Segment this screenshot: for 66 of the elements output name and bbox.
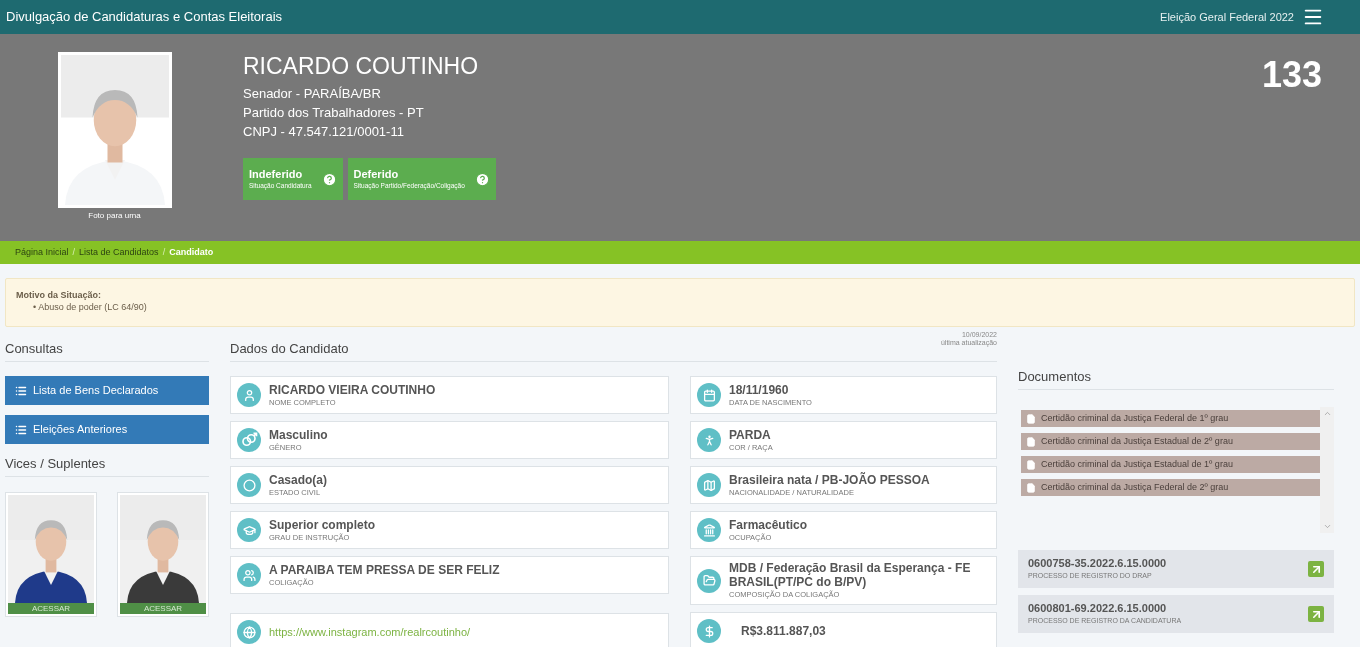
alert-title: Motivo da Situação: (16, 290, 102, 301)
section-title: Dados do Candidato (230, 340, 349, 358)
site-title: Divulgação de Candidaturas e Contas Eleitorais (6, 8, 283, 27)
map-icon (702, 478, 716, 492)
access-button[interactable]: ACESSAR (120, 603, 206, 614)
breadcrumb-separator: / (72, 245, 76, 259)
user-icon (242, 388, 256, 402)
file-icon (1026, 413, 1036, 424)
section-title: Consultas (5, 340, 64, 358)
status-value: Indeferido (249, 167, 304, 181)
field-value: PARDA (729, 427, 772, 442)
election-name: Eleição Geral Federal 2022 (1160, 9, 1294, 25)
field-value: Farmacêutico (729, 517, 808, 532)
candidate-name: RICARDO COUTINHO (243, 52, 480, 80)
candidate-detail: CNPJ - 47.547.121/0001-11 (243, 123, 405, 141)
file-icon (1026, 459, 1036, 470)
scroll-down-icon[interactable] (1322, 522, 1332, 531)
candidate-detail: Partido dos Trabalhadores - PT (243, 104, 425, 122)
breadcrumb-separator: / (162, 245, 166, 259)
substitute-card[interactable]: ACESSAR (5, 492, 97, 617)
list-icon (15, 384, 27, 397)
breadcrumb-link[interactable]: Página Inicial (15, 245, 69, 260)
photo-caption: Foto para urna (88, 210, 141, 222)
process-number: 0600758-35.2022.6.15.0000 (1028, 557, 1167, 570)
group-icon (242, 568, 256, 582)
field-value: Superior completo (269, 517, 375, 532)
external-link-icon[interactable] (1308, 561, 1324, 577)
file-icon (1026, 482, 1036, 493)
field-value: Brasileira nata / PB-JOÃO PESSOA (729, 472, 930, 487)
field-value: A PARAIBA TEM PRESSA DE SER FELIZ (269, 562, 500, 577)
document-link[interactable]: Certidão criminal da Justiça Federal de 2º grau (1021, 479, 1320, 496)
file-icon (1026, 436, 1036, 447)
folder-icon (702, 574, 716, 587)
section-title: Documentos (1018, 368, 1092, 386)
breadcrumb-link[interactable]: Lista de Candidatos (79, 245, 159, 260)
scrollbar[interactable] (1320, 407, 1334, 533)
alert-item: • Abuso de poder (LC 64/90) (32, 301, 148, 313)
document-link[interactable]: Certidão criminal da Justiça Estadual de 1º grau (1021, 456, 1320, 473)
substitute-card[interactable]: ACESSAR (117, 492, 209, 617)
help-icon[interactable] (321, 171, 337, 187)
graduation-cap-icon (242, 523, 256, 537)
status-value: Deferido (353, 167, 400, 181)
candidate-number: 133 (1261, 53, 1322, 97)
field-value: Masculino (269, 427, 328, 442)
process-number: 0600801-69.2022.6.15.0000 (1028, 602, 1168, 615)
document-link[interactable]: Certidão criminal da Justiça Federal de 1º grau (1021, 410, 1320, 427)
list-icon (15, 423, 27, 436)
social-link[interactable]: https://www.instagram.com/realrcoutinho/ (269, 623, 471, 641)
field-value: 18/11/1960 (729, 382, 790, 397)
section-title: Vices / Suplentes (5, 455, 107, 473)
query-button[interactable]: Eleições Anteriores (5, 415, 209, 444)
access-button[interactable]: ACESSAR (8, 603, 94, 614)
field-value: RICARDO VIEIRA COUTINHO (269, 382, 436, 397)
external-link-icon[interactable] (1308, 606, 1324, 622)
globe-icon (242, 625, 256, 639)
building-icon (702, 523, 716, 537)
query-button[interactable]: Lista de Bens Declarados (5, 376, 209, 405)
field-value: R$3.811.887,03 (740, 623, 826, 640)
field-value: MDB / Federação Brasil da Esperança - FE BRASIL(PT/PC do B/PV) (729, 561, 972, 589)
candidate-detail: Senador - PARAÍBA/BR (243, 85, 382, 103)
calendar-icon (702, 388, 716, 402)
ring-icon (242, 478, 256, 492)
scroll-up-icon[interactable] (1322, 409, 1332, 418)
document-link[interactable]: Certidão criminal da Justiça Estadual de 2º grau (1021, 433, 1320, 450)
field-value: Casado(a) (269, 472, 327, 487)
help-icon[interactable] (474, 171, 490, 187)
